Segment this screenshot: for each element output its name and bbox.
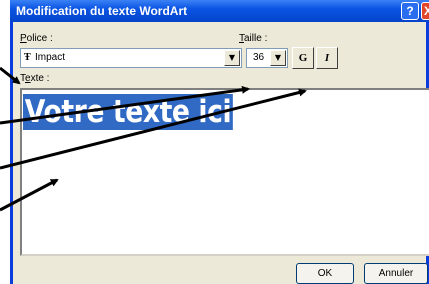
bold-button[interactable]: G bbox=[292, 47, 314, 69]
font-value: Impact bbox=[35, 52, 66, 63]
text-label: Texte : bbox=[20, 73, 50, 84]
italic-button[interactable]: I bbox=[316, 47, 338, 69]
truetype-font-icon: Ŧ bbox=[24, 52, 31, 63]
wordart-text-input[interactable]: Votre texte ici bbox=[20, 88, 429, 256]
wordart-dialog: Modification du texte WordArt ? X Police… bbox=[10, 0, 429, 284]
font-label: Police : bbox=[20, 33, 53, 44]
dialog-titlebar[interactable]: Modification du texte WordArt ? X bbox=[10, 0, 429, 22]
help-icon: ? bbox=[406, 4, 414, 18]
close-button[interactable]: X bbox=[421, 2, 429, 20]
chevron-down-icon[interactable]: ▼ bbox=[270, 50, 286, 66]
size-dropdown[interactable]: 36 ▼ bbox=[246, 48, 288, 68]
font-dropdown[interactable]: Ŧ Impact ▼ bbox=[20, 48, 242, 68]
dialog-title: Modification du texte WordArt bbox=[16, 4, 188, 18]
selected-text: Votre texte ici bbox=[23, 94, 233, 130]
close-icon: X bbox=[424, 4, 429, 18]
size-value: 36 bbox=[253, 52, 265, 63]
help-button[interactable]: ? bbox=[401, 2, 419, 20]
ok-button[interactable]: OK bbox=[296, 263, 354, 284]
chevron-down-icon[interactable]: ▼ bbox=[224, 50, 240, 66]
size-label: Taille : bbox=[239, 33, 268, 44]
cancel-button[interactable]: Annuler bbox=[364, 263, 428, 284]
